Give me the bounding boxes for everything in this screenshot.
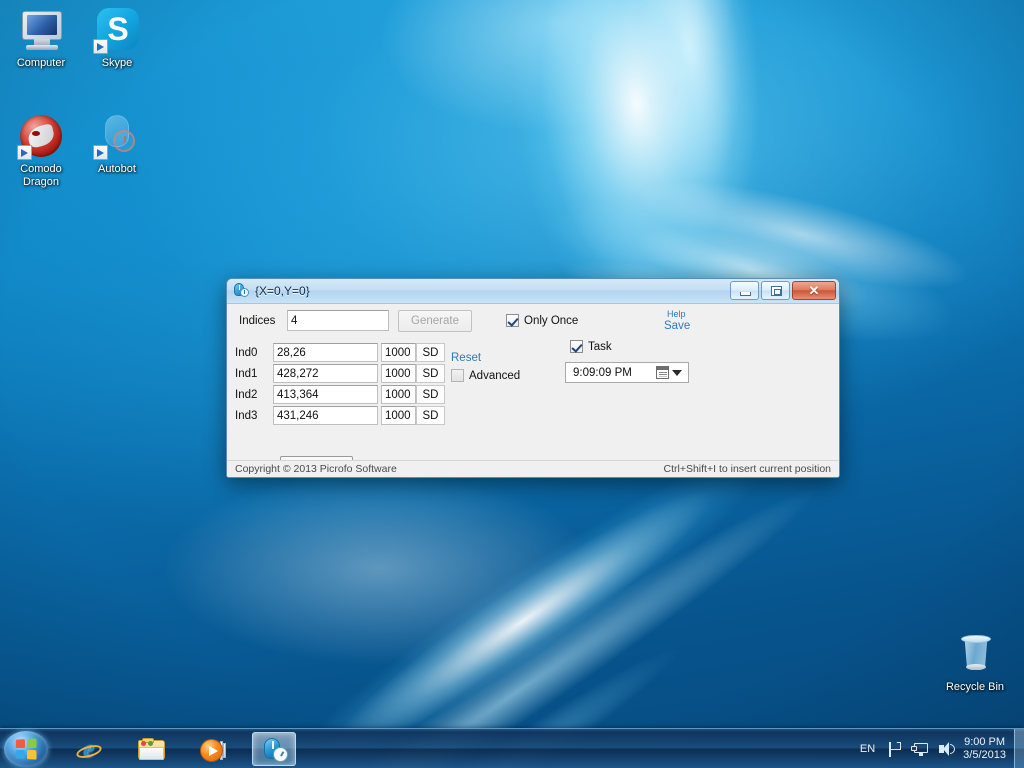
maximize-icon [771, 286, 782, 296]
computer-icon [17, 6, 65, 54]
copyright-text: Copyright © 2013 Picrofo Software [235, 463, 397, 475]
advanced-label: Advanced [469, 369, 521, 382]
skype-icon: S [93, 6, 141, 54]
clock-date: 3/5/2013 [963, 749, 1006, 761]
position-input[interactable]: 413,364 [273, 385, 378, 404]
taskbar-button-windows-explorer[interactable] [128, 732, 172, 766]
folder-icon [138, 738, 165, 761]
comodo-dragon-icon [17, 112, 65, 160]
shortcut-arrow-icon [17, 145, 32, 160]
volume-icon[interactable] [937, 739, 957, 759]
checkbox-box [570, 340, 583, 353]
window-controls[interactable]: ✕ [730, 281, 836, 300]
desktop-icon-recycle-bin[interactable]: Recycle Bin [936, 630, 1014, 694]
window-title-bar[interactable]: {X=0,Y=0} ✕ [227, 279, 839, 304]
desktop-icon-label: Recycle Bin [945, 681, 1005, 693]
desktop-icon-label: Skype [101, 57, 133, 69]
calendar-icon [656, 366, 669, 379]
taskbar-button-internet-explorer[interactable]: e [66, 732, 110, 766]
close-button[interactable]: ✕ [792, 281, 836, 300]
taskbar[interactable]: e EN 9:00 PM 3/5/2013 [0, 728, 1024, 768]
desktop-icon-skype[interactable]: S Skype [78, 6, 156, 70]
show-desktop-button[interactable] [1014, 729, 1024, 768]
language-indicator[interactable]: EN [860, 743, 875, 755]
delay-input[interactable]: 1000 [381, 364, 416, 383]
only-once-checkbox[interactable]: Only Once [506, 314, 578, 327]
indices-input[interactable]: 4 [287, 310, 389, 331]
row-label: Ind2 [235, 389, 258, 401]
task-label: Task [588, 340, 612, 353]
minimize-icon [740, 292, 751, 296]
desktop-icon-label: Comodo Dragon [20, 163, 62, 188]
start-button[interactable] [4, 731, 48, 767]
save-link[interactable]: Save [664, 320, 690, 332]
only-once-label: Only Once [524, 314, 579, 327]
position-input[interactable]: 28,26 [273, 343, 378, 362]
taskbar-button-windows-media-player[interactable] [190, 732, 234, 766]
row-label: Ind3 [235, 410, 258, 422]
checkbox-box [451, 369, 464, 382]
help-link[interactable]: Help [667, 309, 686, 319]
desktop[interactable]: Computer S Skype Comodo Dragon Autobot R… [0, 0, 1024, 768]
delay-input[interactable]: 1000 [381, 385, 416, 404]
autobot-window[interactable]: {X=0,Y=0} ✕ Indices 4 Generate Only Once… [226, 278, 840, 478]
clock[interactable]: 9:00 PM 3/5/2013 [963, 736, 1006, 762]
shortcut-arrow-icon [93, 39, 108, 54]
sd-button[interactable]: SD [416, 406, 445, 425]
windows-logo-icon [15, 738, 37, 760]
action-center-flag-icon[interactable] [885, 739, 905, 759]
taskbar-button-autobot[interactable] [252, 732, 296, 766]
generate-button[interactable]: Generate [398, 310, 472, 332]
desktop-icon-autobot[interactable]: Autobot [78, 112, 156, 176]
checkbox-box [506, 314, 519, 327]
system-tray: EN 9:00 PM 3/5/2013 [860, 729, 1024, 768]
desktop-icon-label: Autobot [98, 163, 136, 175]
sd-button[interactable]: SD [416, 343, 445, 362]
shortcut-hint-text: Ctrl+Shift+I to insert current position [663, 463, 832, 475]
row-label: Ind0 [235, 347, 258, 359]
position-input[interactable]: 431,246 [273, 406, 378, 425]
clock-time: 9:00 PM [964, 736, 1006, 748]
desktop-icon-computer[interactable]: Computer [2, 6, 80, 70]
task-checkbox[interactable]: Task [570, 340, 612, 353]
indices-label: Indices [239, 315, 276, 327]
status-bar: Copyright © 2013 Picrofo Software Ctrl+S… [227, 460, 839, 477]
advanced-checkbox[interactable]: Advanced [451, 369, 520, 382]
desktop-icon-label: Computer [16, 57, 66, 69]
minimize-button[interactable] [730, 281, 759, 300]
shortcut-arrow-icon [93, 145, 108, 160]
position-input[interactable]: 428,272 [273, 364, 378, 383]
row-label: Ind1 [235, 368, 258, 380]
window-title: {X=0,Y=0} [255, 284, 310, 298]
autobot-icon [93, 112, 141, 160]
window-client-area: Indices 4 Generate Only Once Help Save I… [227, 304, 839, 477]
reset-link[interactable]: Reset [451, 352, 481, 364]
task-time-value: 9:09:09 PM [573, 366, 632, 379]
maximize-button[interactable] [761, 281, 790, 300]
close-icon: ✕ [808, 283, 820, 298]
delay-input[interactable]: 1000 [381, 406, 416, 425]
recycle-bin-icon [951, 630, 999, 678]
chevron-down-icon [672, 369, 682, 376]
delay-input[interactable]: 1000 [381, 343, 416, 362]
internet-explorer-icon: e [74, 738, 104, 762]
autobot-mouse-clock-icon [233, 283, 249, 299]
sd-button[interactable]: SD [416, 364, 445, 383]
media-player-icon [200, 739, 226, 762]
autobot-mouse-clock-icon [263, 738, 288, 763]
task-time-picker[interactable]: 9:09:09 PM [565, 362, 689, 383]
desktop-icon-comodo-dragon[interactable]: Comodo Dragon [2, 112, 80, 189]
sd-button[interactable]: SD [416, 385, 445, 404]
network-icon[interactable] [911, 739, 931, 759]
